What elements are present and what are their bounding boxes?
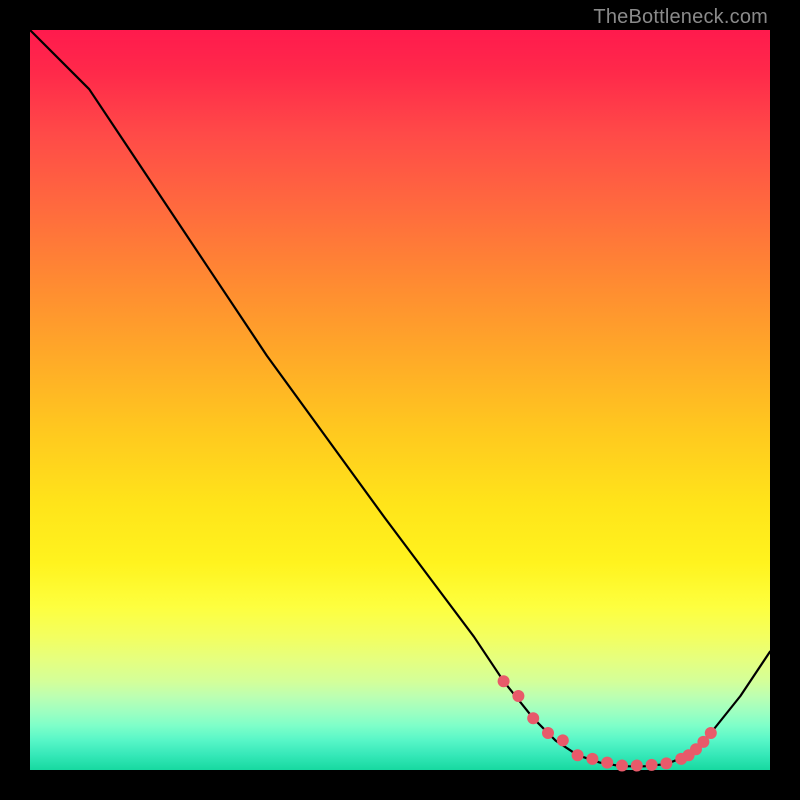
- optimum-marker: [512, 690, 524, 702]
- optimum-marker: [542, 727, 554, 739]
- optimum-marker: [646, 759, 658, 771]
- watermark-text: TheBottleneck.com: [593, 6, 768, 29]
- optimum-marker: [660, 757, 672, 769]
- optimum-marker: [527, 712, 539, 724]
- optimum-marker: [616, 760, 628, 772]
- optimum-markers: [498, 675, 717, 771]
- optimum-marker: [586, 753, 598, 765]
- chart-frame: TheBottleneck.com: [0, 0, 800, 800]
- optimum-marker: [557, 734, 569, 746]
- optimum-marker: [705, 727, 717, 739]
- optimum-marker: [631, 760, 643, 772]
- gradient-background: [30, 30, 770, 770]
- optimum-marker: [601, 757, 613, 769]
- bottleneck-curve: [30, 30, 770, 766]
- optimum-marker: [498, 675, 510, 687]
- optimum-marker: [572, 749, 584, 761]
- line-chart-svg: [30, 30, 770, 770]
